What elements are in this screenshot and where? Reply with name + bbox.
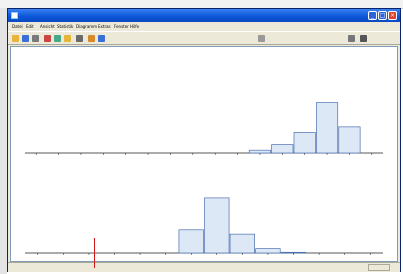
- bar: [293, 132, 316, 154]
- chart-icon[interactable]: [88, 35, 95, 42]
- open-icon[interactable]: [12, 35, 19, 42]
- maximize-button[interactable]: □: [378, 11, 387, 20]
- bar: [178, 229, 204, 254]
- save-icon[interactable]: [22, 35, 29, 42]
- undo-icon[interactable]: [76, 35, 83, 42]
- menu-bar: Datei Edit Ansicht Statistik Diagramm Extras F…: [8, 22, 400, 31]
- bar: [229, 233, 255, 254]
- menu-item[interactable]: Extras: [98, 22, 111, 31]
- bar: [316, 102, 339, 154]
- title-bar[interactable]: _ □ ×: [8, 9, 400, 22]
- bar: [255, 248, 281, 254]
- cut-icon[interactable]: [44, 35, 51, 42]
- bar: [280, 251, 307, 254]
- menu-item[interactable]: Statistik: [57, 22, 73, 31]
- chart-top: [25, 102, 383, 155]
- document-view[interactable]: [10, 46, 398, 262]
- menu-item[interactable]: Datei: [12, 22, 23, 31]
- red-cursor-line: [94, 238, 95, 268]
- toolbar: [8, 31, 400, 45]
- chart-bottom: [25, 197, 383, 255]
- paste-icon[interactable]: [64, 35, 71, 42]
- status-bar: [8, 262, 400, 272]
- bar: [338, 126, 361, 154]
- app-icon: [11, 12, 18, 19]
- minimize-button[interactable]: _: [368, 11, 377, 20]
- minimize-icon: _: [371, 12, 374, 19]
- bar: [271, 144, 294, 154]
- bar: [248, 149, 271, 154]
- help-icon[interactable]: [360, 35, 367, 42]
- close-button[interactable]: ×: [388, 11, 397, 20]
- menu-item[interactable]: Hilfe: [130, 22, 139, 31]
- menu-item[interactable]: Ansicht: [40, 22, 55, 31]
- print-icon[interactable]: [32, 35, 39, 42]
- menu-item[interactable]: Edit: [26, 22, 34, 31]
- status-indicator: [368, 264, 390, 271]
- menu-item[interactable]: Fenster: [114, 22, 129, 31]
- maximize-icon: □: [379, 12, 386, 19]
- close-icon: ×: [389, 12, 396, 19]
- zoom-icon[interactable]: [258, 35, 265, 42]
- stats-icon[interactable]: [98, 35, 105, 42]
- filter-icon[interactable]: [348, 35, 355, 42]
- menu-item[interactable]: Diagramm: [76, 22, 97, 31]
- bar: [204, 197, 230, 254]
- background-window-edge: [0, 8, 7, 274]
- copy-icon[interactable]: [54, 35, 61, 42]
- statistics-app-window: _ □ × Datei Edit Ansicht Statistik Diagramm E…: [7, 8, 401, 272]
